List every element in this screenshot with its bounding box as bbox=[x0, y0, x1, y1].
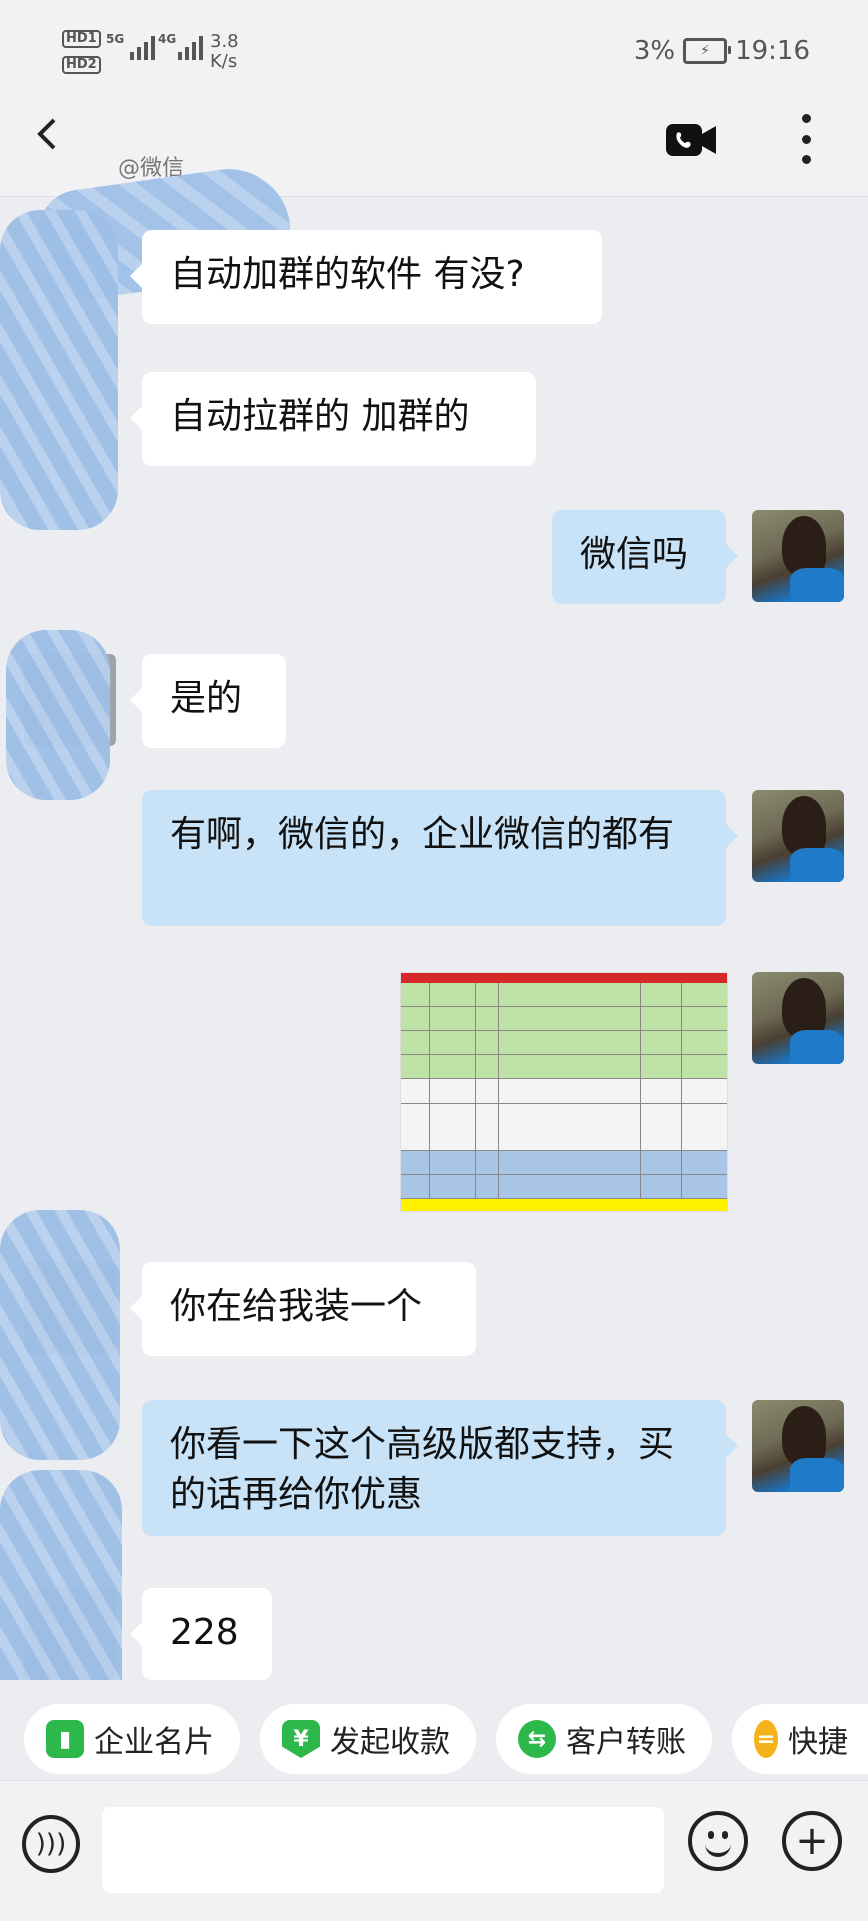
image-footer-bar bbox=[401, 1199, 727, 1211]
business-card-icon: ▮ bbox=[46, 1720, 84, 1758]
status-right: 3% ⚡ 19:16 bbox=[634, 36, 810, 66]
chip-label: 发起收款 bbox=[330, 1725, 450, 1760]
plus-icon[interactable]: + bbox=[782, 1811, 842, 1871]
battery-percent: 3% bbox=[633, 36, 676, 66]
hd2-badge: HD2 bbox=[62, 56, 101, 74]
image-price-table bbox=[401, 983, 727, 1199]
video-call-icon[interactable] bbox=[666, 122, 716, 158]
signal-4g-icon bbox=[178, 36, 203, 60]
message-text: 有啊，微信的，企业微信的都有 bbox=[170, 814, 675, 855]
chip-label: 快捷 bbox=[788, 1725, 848, 1760]
chip-label: 客户转账 bbox=[566, 1725, 686, 1760]
more-icon[interactable] bbox=[796, 114, 816, 164]
message-bubble-incoming[interactable]: 自动拉群的 加群的 bbox=[130, 372, 536, 466]
message-text: 你在给我装一个 bbox=[170, 1286, 423, 1327]
input-bar: ))) + bbox=[0, 1780, 868, 1921]
quick-action-customer-transfer[interactable]: ⇆ 客户转账 bbox=[496, 1704, 712, 1774]
message-text: 自动拉群的 加群的 bbox=[170, 396, 470, 437]
redaction-scribble bbox=[0, 1210, 120, 1460]
redaction-scribble bbox=[0, 210, 118, 530]
status-bar: HD1 HD2 5G 4G 3.8 K/s 3% ⚡ 19:16 bbox=[0, 0, 868, 100]
self-avatar[interactable] bbox=[752, 972, 844, 1064]
message-text: 微信吗 bbox=[580, 534, 689, 575]
message-bubble-outgoing[interactable]: 有啊，微信的，企业微信的都有 bbox=[142, 790, 738, 926]
redaction-scribble bbox=[6, 630, 110, 800]
message-bubble-incoming[interactable]: 228 bbox=[130, 1588, 272, 1680]
chip-label: 企业名片 bbox=[94, 1725, 214, 1760]
signal-indicators: HD1 HD2 5G 4G 3.8 K/s bbox=[62, 30, 242, 76]
signal-5g-icon bbox=[130, 36, 155, 60]
transfer-icon: ⇆ bbox=[518, 1720, 556, 1758]
hd1-badge: HD1 bbox=[62, 30, 101, 48]
image-title-bar bbox=[401, 973, 727, 983]
yuan-icon: ¥ bbox=[282, 1720, 320, 1758]
4g-label: 4G bbox=[158, 32, 177, 46]
chat-header: @微信 bbox=[0, 100, 868, 305]
message-bubble-outgoing[interactable]: 你看一下这个高级版都支持，买的话再给你优惠 bbox=[142, 1400, 738, 1536]
message-input[interactable] bbox=[102, 1807, 664, 1893]
message-bubble-incoming[interactable]: 你在给我装一个 bbox=[130, 1262, 476, 1356]
message-bubble-incoming[interactable]: 是的 bbox=[130, 654, 286, 748]
quick-reply-icon: = bbox=[754, 1720, 778, 1758]
image-message[interactable] bbox=[400, 972, 728, 1212]
quick-action-quick-reply[interactable]: = 快捷 bbox=[732, 1704, 868, 1774]
message-text: 228 bbox=[170, 1612, 239, 1653]
quick-action-request-payment[interactable]: ¥ 发起收款 bbox=[260, 1704, 476, 1774]
battery-charging-icon: ⚡ bbox=[683, 38, 732, 64]
back-icon[interactable] bbox=[28, 114, 68, 154]
emoji-icon[interactable] bbox=[688, 1811, 748, 1871]
message-text: 你看一下这个高级版都支持，买的话再给你优惠 bbox=[170, 1424, 675, 1515]
network-speed: 3.8 K/s bbox=[210, 31, 239, 72]
5g-label: 5G bbox=[106, 32, 125, 46]
voice-icon[interactable]: ))) bbox=[22, 1815, 80, 1873]
message-bubble-incoming[interactable]: 自动加群的软件 有没? bbox=[130, 230, 602, 324]
message-bubble-outgoing[interactable]: 微信吗 bbox=[552, 510, 738, 604]
self-avatar[interactable] bbox=[752, 1400, 844, 1492]
self-avatar[interactable] bbox=[752, 790, 844, 882]
message-text: 是的 bbox=[170, 678, 243, 719]
clock: 19:16 bbox=[735, 36, 810, 66]
quick-action-business-card[interactable]: ▮ 企业名片 bbox=[24, 1704, 240, 1774]
self-avatar[interactable] bbox=[752, 510, 844, 602]
quick-action-bar: ▮ 企业名片 ¥ 发起收款 ⇆ 客户转账 = 快捷 bbox=[0, 1680, 868, 1780]
contact-name[interactable] bbox=[80, 110, 280, 150]
message-text: 自动加群的软件 有没? bbox=[170, 254, 525, 295]
